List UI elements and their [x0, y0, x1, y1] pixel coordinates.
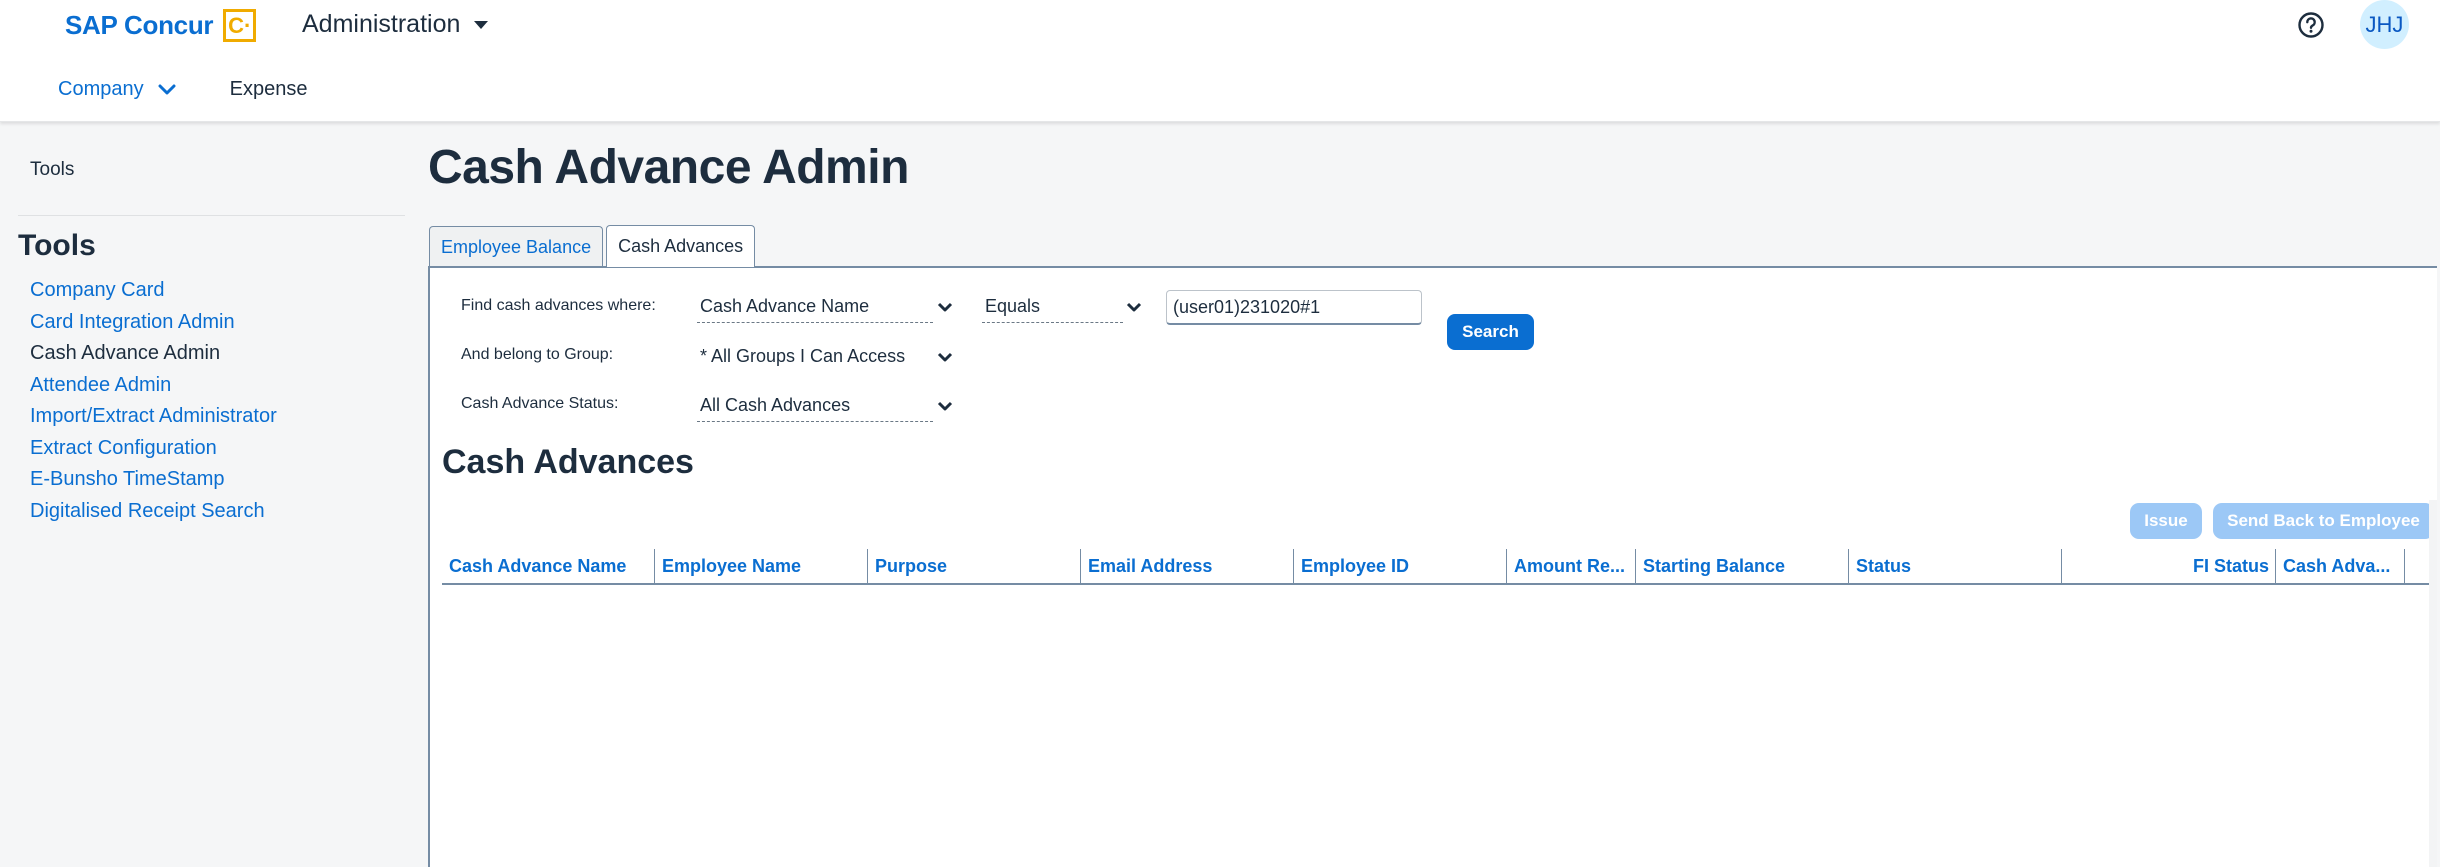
sidebar-item-attendee-admin[interactable]: Attendee Admin [30, 370, 277, 402]
sidebar-item-extract-configuration[interactable]: Extract Configuration [30, 433, 277, 465]
status-select-value: All Cash Advances [700, 395, 851, 415]
col-employee-id[interactable]: Employee ID [1294, 549, 1506, 583]
sidebar-item-company-card[interactable]: Company Card [30, 275, 277, 307]
col-employee-name[interactable]: Employee Name [655, 549, 867, 583]
col-cash-advance-type[interactable]: Cash Adva... [2276, 549, 2404, 583]
col-amount-requested[interactable]: Amount Re... [1507, 549, 1635, 583]
help-button[interactable] [2297, 11, 2325, 39]
sidebar-item-import-extract-administrator[interactable]: Import/Extract Administrator [30, 401, 277, 433]
nav-company[interactable]: Company [58, 78, 176, 101]
vertical-scrollbar[interactable] [2429, 500, 2437, 867]
concur-logo-icon: C· [223, 9, 257, 42]
sidebar-item-card-integration-admin[interactable]: Card Integration Admin [30, 307, 277, 339]
issue-button[interactable]: Issue [2130, 503, 2202, 539]
app-switcher[interactable]: Administration [302, 10, 489, 39]
user-avatar[interactable]: JHJ [2360, 0, 2409, 49]
chevron-down-icon [937, 352, 953, 362]
col-email-address[interactable]: Email Address [1081, 549, 1293, 583]
search-button[interactable]: Search [1447, 314, 1534, 350]
sidebar-divider [18, 215, 405, 216]
group-select-value: * All Groups I Can Access [700, 346, 906, 366]
chevron-down-icon [937, 302, 953, 312]
operator-select[interactable]: Equals [982, 291, 1142, 323]
field-select[interactable]: Cash Advance Name [697, 291, 953, 323]
page-title: Cash Advance Admin [428, 141, 909, 194]
sidebar-item-cash-advance-admin[interactable]: Cash Advance Admin [30, 338, 277, 370]
chevron-down-icon [158, 84, 176, 94]
section-title: Cash Advances [442, 443, 694, 481]
col-fi-status[interactable]: FI Status [2062, 549, 2275, 583]
group-label: And belong to Group: [461, 346, 614, 363]
chevron-down-icon [937, 401, 953, 411]
status-label: Cash Advance Status: [461, 395, 619, 412]
nav-company-label: Company [58, 78, 144, 100]
brand-name: SAP Concur [65, 10, 214, 40]
sidebar-item-e-bunsho-timestamp[interactable]: E-Bunsho TimeStamp [30, 464, 277, 496]
tab-employee-balance[interactable]: Employee Balance [429, 226, 604, 267]
top-nav: Company Expense [58, 78, 307, 101]
column-divider[interactable] [2404, 549, 2405, 585]
find-label: Find cash advances where: [461, 297, 656, 314]
sidebar-breadcrumb-tools[interactable]: Tools [30, 159, 74, 181]
col-starting-balance[interactable]: Starting Balance [1636, 549, 1848, 583]
app-title: Administration [302, 10, 461, 38]
search-value-input[interactable] [1166, 290, 1422, 325]
brand[interactable]: SAP Concur C· [65, 9, 257, 42]
sidebar-menu: Company Card Card Integration Admin Cash… [30, 275, 277, 527]
caret-down-icon [474, 20, 489, 29]
tab-cash-advances[interactable]: Cash Advances [606, 225, 756, 267]
shell-header: SAP Concur C· Administration JHJ Company… [0, 0, 2440, 122]
col-cash-advance-name[interactable]: Cash Advance Name [442, 549, 654, 583]
field-select-value: Cash Advance Name [700, 296, 870, 316]
sidebar-heading: Tools [18, 229, 96, 262]
col-purpose[interactable]: Purpose [868, 549, 1080, 583]
chevron-down-icon [1126, 302, 1142, 312]
send-back-to-employee-button[interactable]: Send Back to Employee [2213, 503, 2434, 539]
table-header: Cash Advance Name Employee Name Purpose … [442, 549, 2437, 585]
group-select[interactable]: * All Groups I Can Access [697, 341, 953, 373]
operator-select-value: Equals [985, 296, 1041, 316]
col-status[interactable]: Status [1849, 549, 2061, 583]
nav-expense[interactable]: Expense [230, 78, 308, 101]
sidebar-item-digitalised-receipt-search[interactable]: Digitalised Receipt Search [30, 496, 277, 528]
nav-expense-label: Expense [229, 78, 308, 100]
status-select[interactable]: All Cash Advances [697, 390, 953, 422]
help-circle-icon [2298, 12, 2324, 38]
tab-bar: Employee Balance Cash Advances [429, 225, 756, 267]
